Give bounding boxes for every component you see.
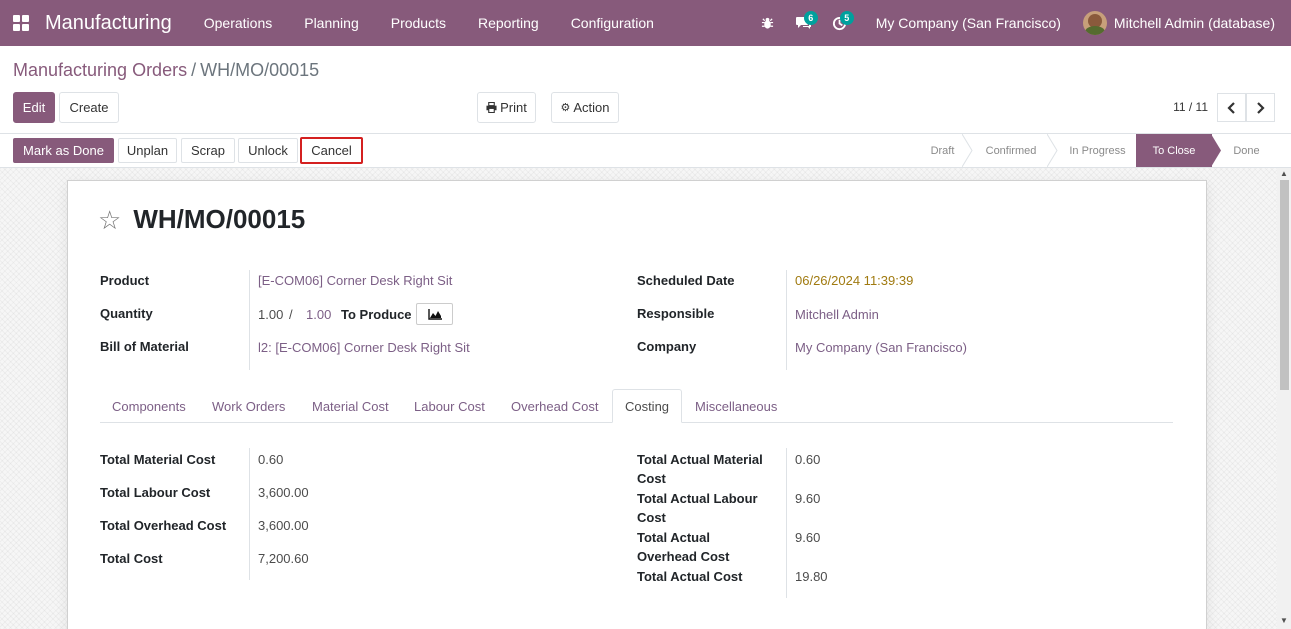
- avatar: [1082, 11, 1107, 35]
- total-cost-value: 7,200.60: [258, 551, 309, 566]
- create-button[interactable]: Create: [59, 92, 119, 123]
- tab-components[interactable]: Components: [112, 389, 186, 423]
- bom-label: Bill of Material: [100, 339, 189, 354]
- gear-icon: ⚙: [560, 102, 571, 114]
- chart-area-button[interactable]: [416, 303, 453, 325]
- cancel-button[interactable]: Cancel: [300, 137, 363, 164]
- print-label: Print: [500, 100, 527, 115]
- total-labour-cost-label: Total Labour Cost: [100, 485, 211, 500]
- messages-icon[interactable]: 6: [786, 0, 822, 46]
- responsible-label: Responsible: [637, 306, 715, 321]
- field-divider: [249, 270, 250, 370]
- pager-value[interactable]: 11 / 11: [1173, 100, 1208, 114]
- total-material-cost-value: 0.60: [258, 452, 284, 467]
- messages-badge: 6: [803, 11, 818, 25]
- qty-produced: 1.00: [258, 307, 284, 322]
- bom-value[interactable]: l2: [E-COM06] Corner Desk Right Sit: [258, 338, 470, 357]
- action-label: Action: [573, 100, 610, 115]
- tab-miscellaneous[interactable]: Miscellaneous: [695, 389, 777, 423]
- chevron-left-icon: [1227, 101, 1235, 114]
- stage-draft: Draft: [930, 144, 955, 157]
- total-actual-overhead-cost-label: Total Actual Overhead Cost: [637, 530, 730, 564]
- total-actual-cost-label: Total Actual Cost: [637, 569, 743, 584]
- tab-labour-cost[interactable]: Labour Cost: [414, 389, 485, 423]
- stage-separator: [962, 134, 973, 167]
- activity-clock-icon[interactable]: 5: [822, 0, 858, 46]
- area-chart-icon: [427, 308, 442, 320]
- action-button[interactable]: ⚙ Action: [551, 92, 619, 123]
- total-actual-overhead-cost-value: 9.60: [795, 530, 821, 545]
- total-actual-labour-cost-label: Total Actual Labour Cost: [637, 491, 758, 525]
- field-divider: [786, 448, 787, 598]
- total-actual-material-cost-value: 0.60: [795, 452, 821, 467]
- star-icon[interactable]: ☆: [98, 207, 121, 233]
- breadcrumb-separator: /: [191, 60, 197, 80]
- qty-separator: /: [289, 307, 293, 322]
- total-actual-cost-value: 19.80: [795, 569, 828, 584]
- menu-configuration[interactable]: Configuration: [555, 15, 670, 31]
- stage-in-progress: In Progress: [1069, 144, 1126, 157]
- field-divider: [249, 448, 250, 580]
- breadcrumb-current: WH/MO/00015: [200, 60, 320, 80]
- product-value[interactable]: [E-COM06] Corner Desk Right Sit: [258, 271, 452, 290]
- apps-menu-icon[interactable]: [0, 0, 42, 46]
- unplan-button[interactable]: Unplan: [118, 138, 177, 163]
- total-actual-material-cost-label: Total Actual Material Cost: [637, 452, 763, 486]
- stage-to-close: To Close: [1136, 134, 1212, 167]
- total-overhead-cost-value: 3,600.00: [258, 518, 309, 533]
- total-labour-cost-value: 3,600.00: [258, 485, 309, 500]
- menu-reporting[interactable]: Reporting: [462, 15, 555, 31]
- product-label: Product: [100, 273, 150, 288]
- print-icon: [486, 102, 497, 113]
- total-overhead-cost-label: Total Overhead Cost: [100, 518, 227, 533]
- print-button[interactable]: Print: [477, 92, 536, 123]
- unlock-button[interactable]: Unlock: [238, 138, 298, 163]
- company-switcher[interactable]: My Company (San Francisco): [858, 15, 1083, 31]
- record-title: WH/MO/00015: [133, 204, 306, 234]
- company-label: Company: [637, 339, 697, 354]
- chevron-right-icon: [1257, 101, 1265, 114]
- scrollbar[interactable]: ▲ ▼: [1277, 168, 1291, 629]
- to-produce-label: To Produce: [341, 307, 412, 322]
- scheduled-date-label: Scheduled Date: [637, 273, 735, 288]
- scrap-button[interactable]: Scrap: [181, 138, 235, 163]
- status-bar: Mark as Done Unplan Scrap Unlock Cancel …: [0, 133, 1291, 168]
- menu-products[interactable]: Products: [375, 15, 462, 31]
- stage-confirmed: Confirmed: [985, 144, 1037, 157]
- stage-active-arrow: [1211, 134, 1221, 167]
- mark-as-done-button[interactable]: Mark as Done: [13, 138, 114, 163]
- total-actual-labour-cost-value: 9.60: [795, 491, 821, 506]
- total-material-cost-label: Total Material Cost: [100, 452, 216, 467]
- breadcrumb-parent[interactable]: Manufacturing Orders: [13, 60, 187, 80]
- tab-material-cost[interactable]: Material Cost: [312, 389, 389, 423]
- field-divider: [786, 270, 787, 370]
- menu-planning[interactable]: Planning: [288, 15, 375, 31]
- quantity-label: Quantity: [100, 306, 153, 321]
- pager-previous-button[interactable]: [1217, 93, 1246, 122]
- total-cost-label: Total Cost: [100, 551, 163, 566]
- scroll-thumb[interactable]: [1280, 180, 1289, 390]
- app-name[interactable]: Manufacturing: [45, 12, 172, 35]
- pager-next-button[interactable]: [1246, 93, 1275, 122]
- scheduled-date-value[interactable]: 06/26/2024 11:39:39: [795, 271, 913, 290]
- top-navbar: Manufacturing Operations Planning Produc…: [0, 0, 1291, 46]
- responsible-value[interactable]: Mitchell Admin: [795, 305, 879, 324]
- edit-button[interactable]: Edit: [13, 92, 55, 123]
- stage-done: Done: [1233, 144, 1260, 157]
- user-name: Mitchell Admin (database): [1113, 15, 1275, 31]
- bug-icon[interactable]: [750, 0, 786, 46]
- scroll-up-icon[interactable]: ▲: [1280, 169, 1288, 178]
- company-value[interactable]: My Company (San Francisco): [795, 338, 967, 357]
- activity-badge: 5: [839, 11, 854, 25]
- scroll-down-icon[interactable]: ▼: [1280, 616, 1288, 625]
- qty-total[interactable]: 1.00: [306, 305, 331, 324]
- menu-operations[interactable]: Operations: [188, 15, 288, 31]
- tab-costing[interactable]: Costing: [612, 389, 682, 423]
- breadcrumb: Manufacturing Orders / WH/MO/00015: [13, 60, 319, 81]
- tab-overhead-cost[interactable]: Overhead Cost: [511, 389, 598, 423]
- record-title-row: ☆ WH/MO/00015: [98, 204, 305, 235]
- user-menu[interactable]: Mitchell Admin (database): [1082, 11, 1291, 35]
- tab-work-orders[interactable]: Work Orders: [212, 389, 285, 423]
- notebook-tabs: Components Work Orders Material Cost Lab…: [100, 389, 1173, 423]
